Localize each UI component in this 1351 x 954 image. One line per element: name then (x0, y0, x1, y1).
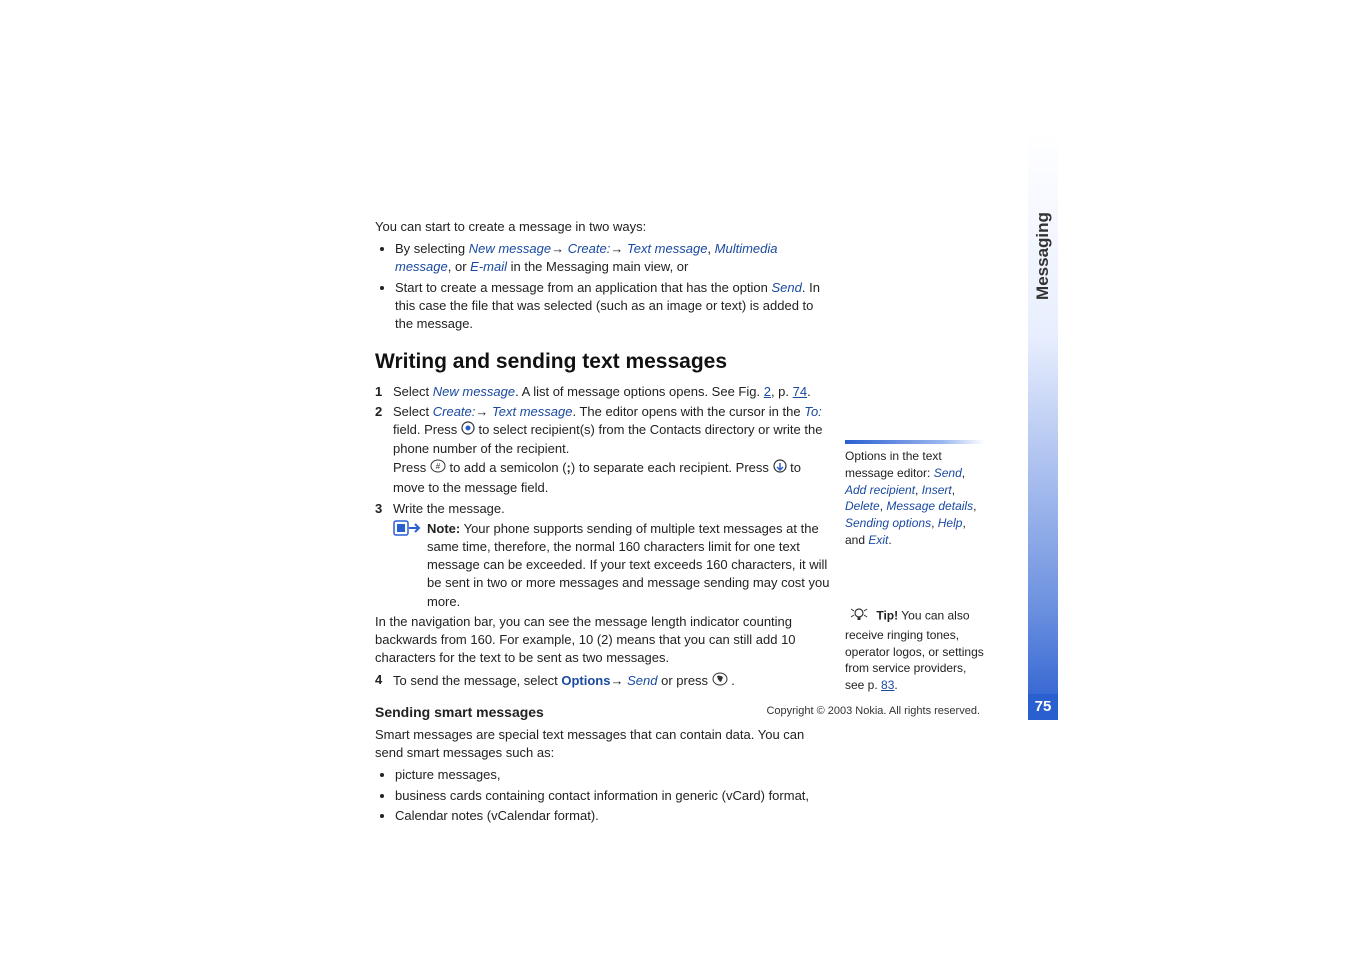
link-text-message[interactable]: Text message (627, 241, 707, 256)
center-key-icon (461, 421, 475, 440)
step-2: 2 Select Create:→ Text message. The edit… (375, 403, 830, 498)
smart-bullet-2: business cards containing contact inform… (395, 787, 830, 805)
section-heading: Writing and sending text messages (375, 347, 830, 376)
opt-help[interactable]: Help (938, 516, 963, 530)
opt-exit[interactable]: Exit (868, 533, 888, 547)
link-page-83[interactable]: 83 (881, 678, 894, 692)
call-key-icon (712, 671, 728, 692)
tip-icon (845, 606, 873, 627)
nav-info-text: In the navigation bar, you can see the m… (375, 613, 830, 668)
link-create[interactable]: Create: (568, 241, 611, 256)
smart-intro: Smart messages are special text messages… (375, 726, 830, 762)
steps-list-cont: 4 To send the message, select Options→ S… (375, 671, 830, 692)
link-figure-2[interactable]: 2 (764, 384, 771, 399)
step-4: 4 To send the message, select Options→ S… (375, 671, 830, 692)
opt-insert[interactable]: Insert (922, 483, 952, 497)
link-send[interactable]: Send (772, 280, 802, 295)
link-create-2[interactable]: Create: (433, 404, 476, 419)
sidebar-options: Options in the text message editor: Send… (845, 440, 985, 549)
opt-send[interactable]: Send (934, 466, 962, 480)
link-page-74[interactable]: 74 (793, 384, 807, 399)
hash-key-icon: # (430, 458, 446, 479)
link-new-message-2[interactable]: New message (433, 384, 515, 399)
intro-bullets: By selecting New message→ Create:→ Text … (375, 240, 830, 333)
copyright-text: Copyright © 2003 Nokia. All rights reser… (375, 705, 980, 717)
svg-text:#: # (436, 462, 441, 471)
link-email[interactable]: E-mail (470, 259, 507, 274)
sidebar-divider (845, 440, 985, 444)
options-label: Options (561, 673, 610, 688)
step-1: 1 Select New message. A list of message … (375, 383, 830, 401)
chapter-tab: Messaging 75 (1028, 130, 1058, 720)
sidebar-tip: Tip! You can also receive ringing tones,… (845, 606, 985, 694)
intro-bullet-1: By selecting New message→ Create:→ Text … (395, 240, 830, 276)
link-text-message-2[interactable]: Text message (492, 404, 572, 419)
smart-bullet-1: picture messages, (395, 766, 830, 784)
note-label: Note: (427, 521, 460, 536)
link-send-2[interactable]: Send (627, 673, 657, 688)
opt-message-details[interactable]: Message details (886, 499, 973, 513)
intro-text: You can start to create a message in two… (375, 218, 830, 236)
step-3: 3 Write the message. (375, 500, 830, 518)
opt-sending-options[interactable]: Sending options (845, 516, 931, 530)
steps-list: 1 Select New message. A list of message … (375, 383, 830, 518)
intro-bullet-2: Start to create a message from an applic… (395, 279, 830, 334)
link-new-message[interactable]: New message (469, 241, 551, 256)
opt-delete[interactable]: Delete (845, 499, 880, 513)
smart-bullets: picture messages, business cards contain… (375, 766, 830, 825)
opt-add-recipient[interactable]: Add recipient (845, 483, 915, 497)
note-body: Your phone supports sending of multiple … (427, 521, 830, 609)
note-icon (393, 520, 421, 541)
smart-bullet-3: Calendar notes (vCalendar format). (395, 807, 830, 825)
to-field-label: To: (804, 404, 822, 419)
chapter-tab-label: Messaging (1033, 211, 1053, 301)
tip-label: Tip! (876, 609, 898, 623)
note-block: Note: Your phone supports sending of mul… (393, 520, 830, 611)
page-number: 75 (1028, 694, 1058, 720)
down-key-icon (773, 459, 787, 478)
main-content: You can start to create a message in two… (375, 218, 830, 829)
